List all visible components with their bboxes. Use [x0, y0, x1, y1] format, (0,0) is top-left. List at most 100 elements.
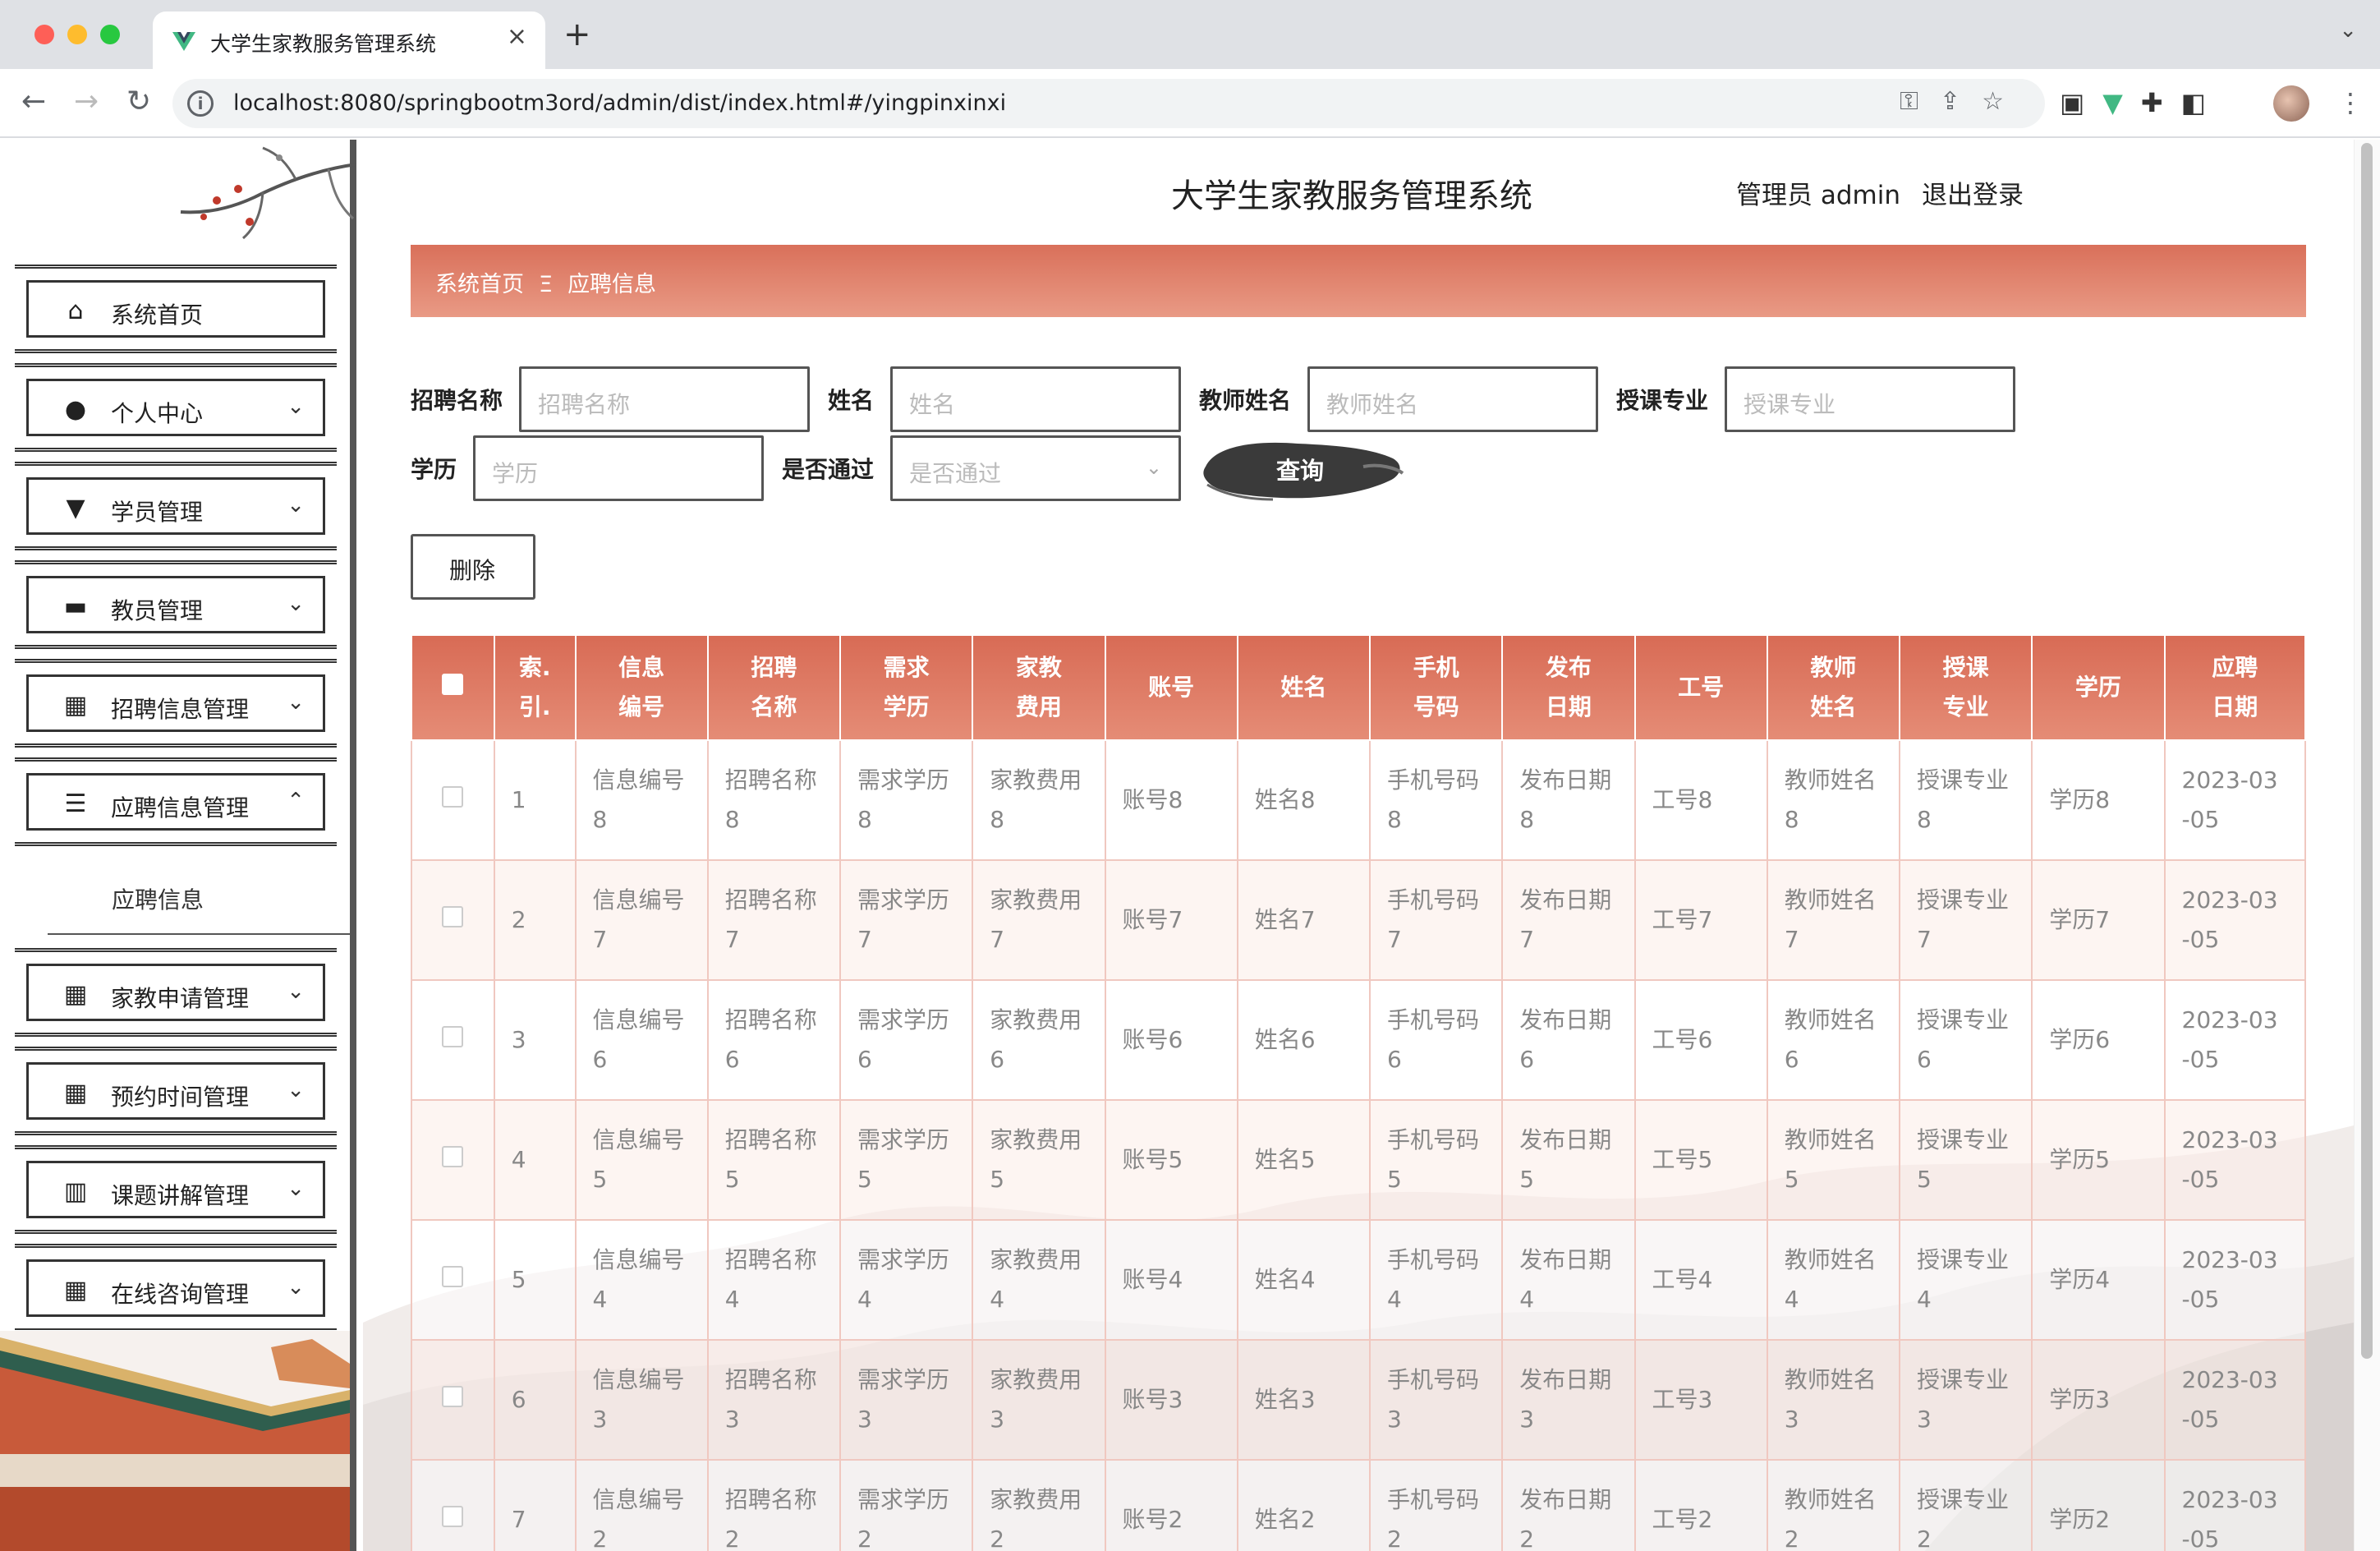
table-row[interactable]: 7 信息编号 2 招聘名称 2 需求学历 2 家教费用 2 账号2 姓名2 手机号码 2 发布日期 2 工号2… [411, 1459, 2306, 1551]
name-input[interactable]: 姓名 [890, 366, 1181, 432]
teacher-name-input[interactable]: 教师姓名 [1307, 366, 1598, 432]
profile-avatar[interactable] [2273, 85, 2309, 122]
recruit-name-input[interactable]: 招聘名称 [519, 366, 810, 432]
row-checkbox[interactable] [442, 906, 464, 927]
close-tab-icon[interactable]: × [507, 25, 527, 49]
user-icon: ● [64, 395, 87, 424]
puzzle-icon[interactable]: ✚ [2141, 87, 2181, 118]
table-cell: 姓名8 [1236, 739, 1371, 861]
extension-icon[interactable]: ▣ [2060, 87, 2102, 118]
sidebar-item-teachers[interactable]: ▬ 教员管理 ⌄ [15, 560, 337, 649]
table-cell: 学历2 [2031, 1459, 2166, 1551]
major-input[interactable]: 授课专业 [1725, 366, 2015, 432]
row-checkbox[interactable] [442, 1146, 464, 1167]
table-row[interactable]: 2 信息编号 7 招聘名称 7 需求学历 7 家教费用 7 账号7 姓名7 手机号码 7 发布日期 7 工号7… [411, 859, 2306, 981]
row-select-cell[interactable] [411, 859, 495, 981]
delete-button[interactable]: 删除 [411, 534, 535, 600]
name-placeholder: 姓名 [909, 391, 956, 418]
recruit-name-placeholder: 招聘名称 [538, 391, 631, 418]
logout-link[interactable]: 退出登录 [1922, 181, 2024, 210]
page-scrollbar[interactable] [2354, 140, 2380, 1551]
sidebar-item-lectures[interactable]: ▥ 课题讲解管理 ⌄ [15, 1145, 337, 1234]
sidebar-item-consulting[interactable]: ▦ 在线咨询管理 ⌄ [15, 1244, 337, 1332]
sidebar-item-home[interactable]: ⌂ 系统首页 [15, 265, 337, 353]
table-cell: 家教费用 6 [972, 979, 1106, 1101]
sliders-icon: ☰ [64, 789, 87, 818]
passed-select[interactable]: 是否通过 ⌄ [890, 435, 1181, 501]
browser-tab-bar: 大学生家教服务管理系统 × + ⌄ [0, 0, 2380, 69]
share-icon[interactable]: ⇪ [1940, 87, 1982, 116]
row-checkbox[interactable] [442, 1026, 464, 1047]
table-cell: 账号6 [1104, 979, 1238, 1101]
breadcrumb-home[interactable]: 系统首页 [435, 272, 524, 297]
table-cell: 手机号码 2 [1369, 1459, 1504, 1551]
table-cell: 姓名6 [1236, 979, 1371, 1101]
sidebar-item-recruitment[interactable]: ▦ 招聘信息管理 ⌄ [15, 659, 337, 748]
sidebar-item-frame: ⌂ 系统首页 [26, 280, 325, 338]
minimize-window-button[interactable] [67, 25, 87, 44]
site-info-icon[interactable]: i [187, 90, 214, 117]
table-cell: 学历7 [2031, 859, 2166, 981]
select-all-checkbox[interactable] [442, 674, 464, 695]
table-cell: 家教费用 7 [972, 859, 1106, 981]
sidebar-item-tutoring-requests[interactable]: ▦ 家教申请管理 ⌄ [15, 948, 337, 1037]
table-row[interactable]: 6 信息编号 3 招聘名称 3 需求学历 3 家教费用 3 账号3 姓名3 手机号码 3 发布日期 3 工号3… [411, 1339, 2306, 1461]
row-select-cell[interactable] [411, 1099, 495, 1221]
forward-icon[interactable]: → [74, 87, 99, 117]
query-button[interactable]: 查询 [1199, 434, 1404, 508]
vue-devtools-icon[interactable]: ▼ [2102, 87, 2141, 118]
sidebar-item-applications[interactable]: ☰ 应聘信息管理 ⌃ [15, 757, 337, 846]
url-text[interactable]: localhost:8080/springbootm3ord/admin/dis… [233, 90, 1006, 116]
scrollbar-thumb[interactable] [2361, 143, 2373, 1359]
table-cell: 工号3 [1633, 1339, 1768, 1461]
row-checkbox[interactable] [442, 1386, 464, 1407]
row-select-cell[interactable] [411, 1219, 495, 1341]
table-row[interactable]: 1 信息编号 8 招聘名称 8 需求学历 8 家教费用 8 账号8 姓名8 手机号码 8 发布日期 8 工号8… [411, 739, 2306, 861]
address-bar[interactable]: i localhost:8080/springbootm3ord/admin/d… [172, 79, 2045, 128]
table-cell: 发布日期 6 [1501, 979, 1636, 1101]
column-header: 账号 [1104, 634, 1238, 741]
bookmark-star-icon[interactable]: ☆ [1982, 87, 2025, 116]
row-select-cell[interactable] [411, 739, 495, 861]
sidebar-item-students[interactable]: ▼ 学员管理 ⌄ [15, 462, 337, 550]
sidebar-item-personal-center[interactable]: ● 个人中心 ⌄ [15, 363, 337, 452]
column-header: 教师 姓名 [1766, 634, 1901, 741]
palace-roof-decoration [0, 1331, 350, 1551]
row-select-cell[interactable] [411, 1459, 495, 1551]
row-select-cell[interactable] [411, 979, 495, 1101]
key-icon[interactable]: ⚿ [1900, 87, 1940, 116]
row-select-cell[interactable] [411, 1339, 495, 1461]
browser-tab[interactable]: 大学生家教服务管理系统 × [153, 12, 545, 69]
reload-icon[interactable]: ↻ [126, 87, 151, 117]
row-checkbox[interactable] [442, 1506, 464, 1527]
sidebar-subitem-application-info[interactable]: 应聘信息 [48, 869, 355, 935]
site-title: 大学生家教服务管理系统 [1171, 177, 1532, 215]
row-checkbox[interactable] [442, 786, 464, 808]
more-menu-icon[interactable]: ⋮ [2337, 87, 2364, 118]
table-row[interactable]: 5 信息编号 4 招聘名称 4 需求学历 4 家教费用 4 账号4 姓名4 手机号码 4 发布日期 4 工号4… [411, 1219, 2306, 1341]
table-cell: 2023-03 -05 [2163, 1219, 2306, 1341]
table-cell: 需求学历 5 [839, 1099, 974, 1221]
table-cell: 需求学历 3 [839, 1339, 974, 1461]
new-tab-button[interactable]: + [563, 18, 591, 51]
back-icon[interactable]: ← [21, 87, 46, 117]
sidepanel-icon[interactable]: ◧ [2181, 87, 2224, 118]
table-cell: 手机号码 5 [1369, 1099, 1504, 1221]
table-cell: 学历5 [2031, 1099, 2166, 1221]
maximize-window-button[interactable] [100, 25, 120, 44]
education-input[interactable]: 学历 [473, 435, 764, 501]
tab-search-icon[interactable]: ⌄ [2339, 18, 2357, 43]
table-row[interactable]: 4 信息编号 5 招聘名称 5 需求学历 5 家教费用 5 账号5 姓名5 手机号码 5 发布日期 5 工号5… [411, 1099, 2306, 1221]
table-cell: 账号7 [1104, 859, 1238, 981]
table-cell: 账号4 [1104, 1219, 1238, 1341]
column-header: 授课 专业 [1899, 634, 2033, 741]
table-cell: 4 [493, 1099, 577, 1221]
close-window-button[interactable] [34, 25, 54, 44]
table-row[interactable]: 3 信息编号 6 招聘名称 6 需求学历 6 家教费用 6 账号6 姓名6 手机号码 6 发布日期 6 工号6… [411, 979, 2306, 1101]
sidebar-item-label: 预约时间管理 [111, 1084, 250, 1111]
table-cell: 工号8 [1633, 739, 1768, 861]
row-checkbox[interactable] [442, 1266, 464, 1287]
sidebar-item-appointments[interactable]: ▦ 预约时间管理 ⌄ [15, 1047, 337, 1135]
select-all-header[interactable] [411, 634, 495, 741]
sidebar-item-frame: ▦ 招聘信息管理 ⌄ [26, 674, 325, 732]
